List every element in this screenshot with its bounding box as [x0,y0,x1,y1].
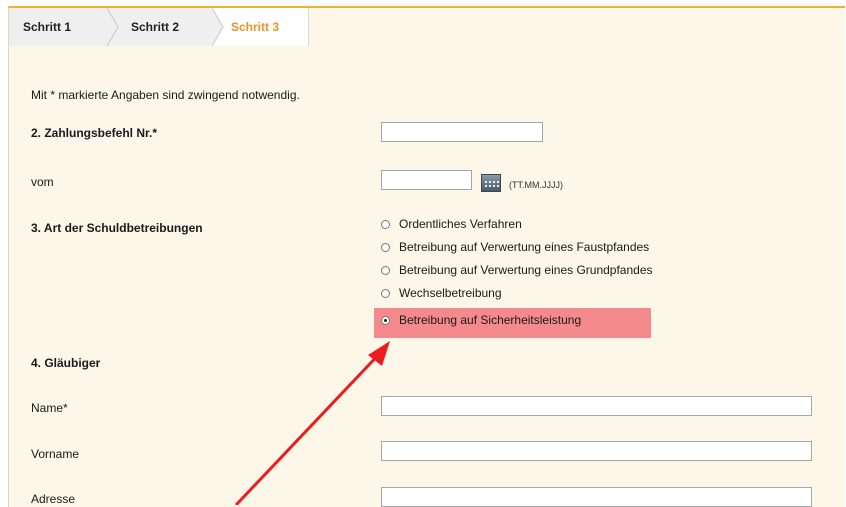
radio-button-selected[interactable] [381,315,390,325]
radio-label: Ordentliches Verfahren [399,217,522,231]
tab-schritt-2[interactable]: Schritt 2 [107,8,212,46]
required-fields-note: Mit * markierte Angaben sind zwingend no… [31,88,300,102]
radio-ordentliches-verfahren[interactable]: Ordentliches Verfahren [381,214,522,234]
adresse-label: Adresse [31,492,76,506]
payment-order-number-input[interactable] [381,122,543,142]
radio-button[interactable] [381,265,390,275]
tab-label: Schritt 2 [131,20,180,34]
radio-wechselbetreibung[interactable]: Wechselbetreibung [381,283,502,303]
vom-label: vom [31,175,54,189]
radio-button[interactable] [381,288,390,298]
vorname-label: Vorname [31,447,80,461]
date-input[interactable] [381,170,472,190]
radio-button[interactable] [381,242,390,252]
radio-label: Betreibung auf Verwertung eines Grundpfa… [399,263,653,277]
name-label: Name* [31,401,68,415]
radio-label: Betreibung auf Sicherheitsleistung [399,313,582,327]
adresse-input[interactable] [381,487,812,507]
tab-label: Schritt 3 [231,20,280,34]
radio-sicherheitsleistung[interactable]: Betreibung auf Sicherheitsleistung [381,310,581,330]
payment-order-label: 2. Zahlungsbefehl Nr.* [31,126,158,140]
creditor-label: 4. Gläubiger [31,356,101,370]
debt-type-label: 3. Art der Schuldbetreibungen [31,221,203,235]
tab-separator-icon [212,8,224,46]
radio-label: Betreibung auf Verwertung eines Faustpfa… [399,240,650,254]
form-panel: Schritt 1 Schritt 2 Schritt 3 Mit * mark… [8,6,845,507]
tab-separator-icon [107,8,120,46]
vorname-input[interactable] [381,441,812,461]
radio-grundpfand[interactable]: Betreibung auf Verwertung eines Grundpfa… [381,260,653,280]
tab-schritt-1[interactable]: Schritt 1 [9,8,108,46]
radio-button[interactable] [381,219,390,229]
name-input[interactable] [381,396,812,416]
tab-label: Schritt 1 [23,20,72,34]
tab-schritt-3[interactable]: Schritt 3 [212,8,309,46]
radio-faustpfand[interactable]: Betreibung auf Verwertung eines Faustpfa… [381,237,649,257]
calendar-icon[interactable] [481,174,501,192]
date-format-hint: (TT.MM.JJJJ) [509,180,563,190]
radio-label: Wechselbetreibung [399,286,502,300]
step-tabs: Schritt 1 Schritt 2 Schritt 3 [9,8,309,46]
